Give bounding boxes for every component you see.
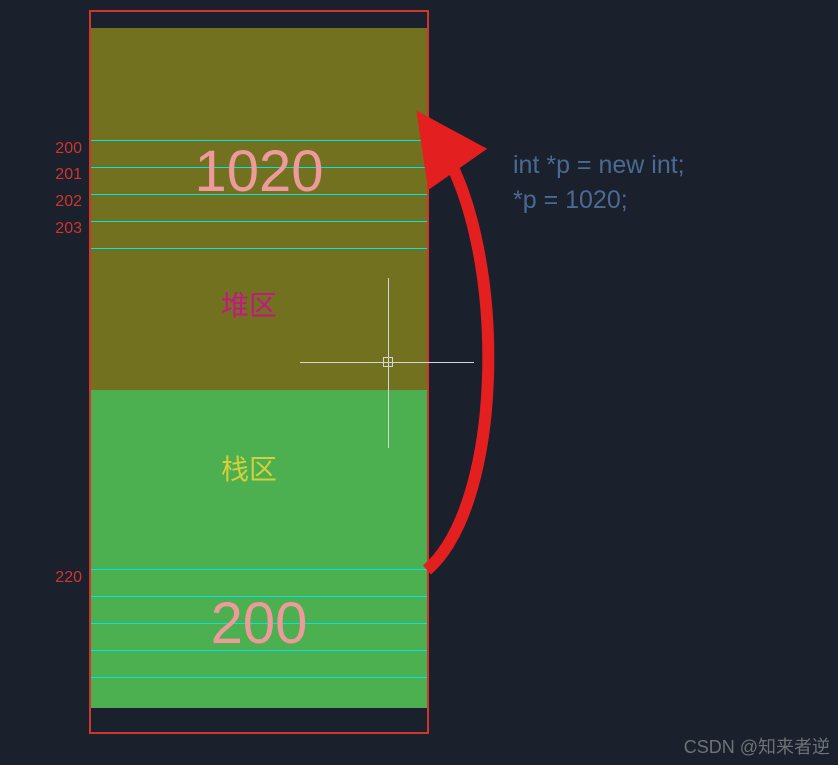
heap-address: 200: [55, 140, 82, 158]
code-line-2: *p = 1020;: [513, 186, 628, 215]
watermark: CSDN @知来者逆: [684, 733, 830, 759]
code-line-1: int *p = new int;: [513, 151, 685, 180]
heap-address: 203: [55, 220, 82, 238]
stack-value: 200: [91, 590, 427, 657]
heap-address: 202: [55, 193, 82, 211]
stack-line: [91, 677, 427, 678]
heap-address: 201: [55, 166, 82, 184]
stack-label: 栈区: [221, 448, 277, 488]
pointer-arrow: [372, 120, 522, 580]
stack-address: 220: [55, 569, 82, 587]
heap-label: 堆区: [221, 284, 277, 324]
